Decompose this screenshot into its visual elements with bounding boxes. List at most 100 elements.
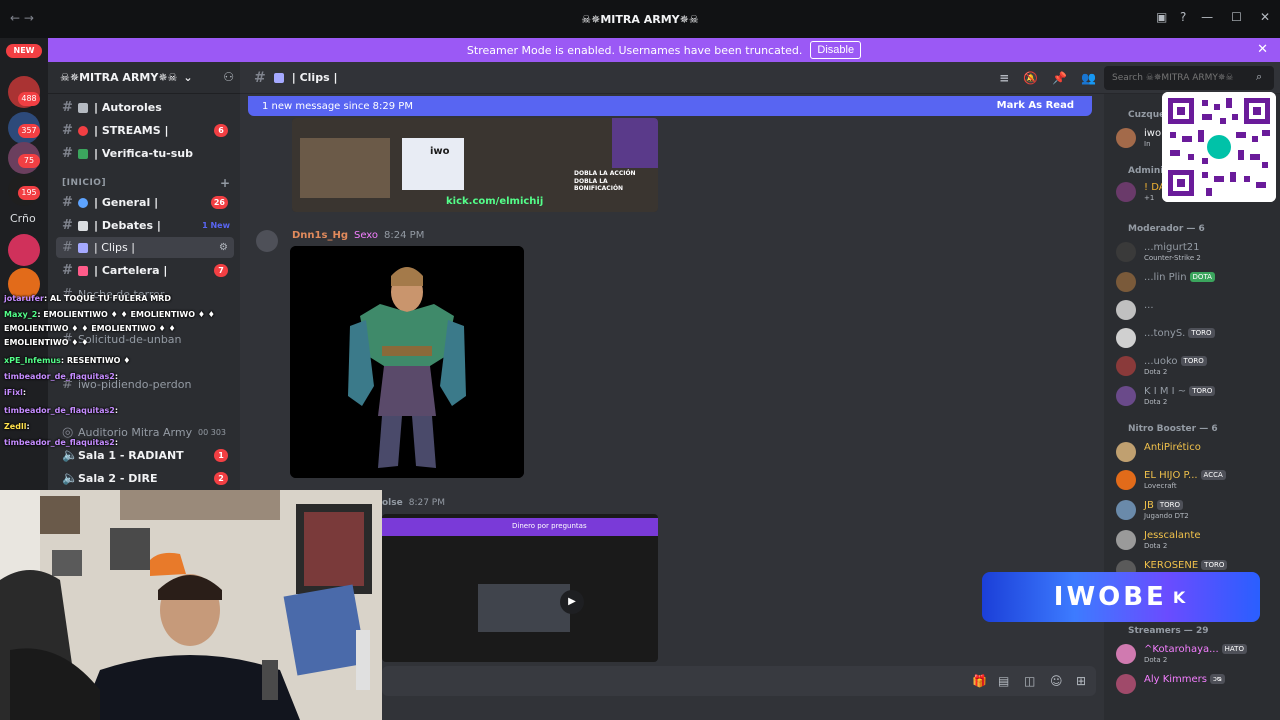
channel-item[interactable]: # | Cartelera | 7	[56, 260, 234, 281]
channel-label: | Cartelera |	[94, 264, 168, 277]
avatar	[1116, 242, 1136, 262]
chat-line: timbeador_de_flaquitas2:	[4, 406, 118, 415]
chat-line: xPE_Infemus: RESENTIWO ♦	[4, 356, 130, 365]
member-item[interactable]: ...migurt21 Counter-Strike 2	[1116, 240, 1276, 266]
mention-badge: 195	[18, 186, 40, 200]
member-item[interactable]: K I M I ~ TORO Dota 2	[1116, 384, 1276, 410]
apps-icon[interactable]: ⊞	[1076, 674, 1086, 688]
member-item[interactable]: ^Kotarohaya... HATO Dota 2	[1116, 642, 1276, 668]
member-name: EL HIJO P... ACCA	[1144, 470, 1226, 481]
help-icon[interactable]: ?	[1180, 10, 1186, 24]
member-item[interactable]: ...	[1116, 298, 1276, 324]
member-item[interactable]: ...lin Plin DOTA	[1116, 270, 1276, 296]
armored-character-icon	[290, 246, 524, 478]
channel-item[interactable]: # | Verifica-tu-sub	[56, 143, 234, 164]
message-composer[interactable]: 🎁 ▤ ◫ ☺ ⊞	[382, 666, 1096, 696]
new-messages-text: 1 new message since 8:29 PM	[262, 100, 413, 112]
close-window-icon[interactable]: ✕	[1260, 10, 1270, 24]
settings-icon[interactable]: ⚙	[219, 242, 228, 253]
channel-label: | Verifica-tu-sub	[94, 147, 193, 160]
avatar	[1116, 356, 1136, 376]
history-nav[interactable]: ← →	[10, 11, 34, 25]
voice-channel[interactable]: 🔈 Sala 2 - DIRE 2	[56, 468, 234, 489]
channel-label: | General |	[94, 196, 159, 209]
inbox-icon[interactable]: ▣	[1156, 10, 1167, 24]
member-name: K I M I ~ TORO	[1144, 386, 1216, 397]
category-inicio[interactable]: [INICIO] +	[62, 176, 230, 190]
member-name: iwo	[1144, 128, 1162, 139]
chat-line: Zedll:	[4, 422, 30, 431]
close-icon[interactable]: ✕	[1257, 42, 1268, 57]
hash-icon: #	[62, 263, 73, 278]
window-controls: — ☐ ✕	[1201, 10, 1270, 24]
channel-label: | Debates |	[94, 219, 161, 232]
member-group-header: Streamers — 29	[1128, 626, 1209, 636]
guild-header[interactable]: ☠✵MITRA ARMY✵☠ ⌄ ⚇	[48, 62, 240, 94]
chat-header: # | Clips | ≡ 🔕 📌 👥	[240, 62, 1104, 94]
channel-label: Sala 1 - RADIANT	[78, 449, 184, 462]
video-attachment[interactable]: Dinero por preguntas ▶	[382, 514, 658, 662]
chat-user: timbeador_de_flaquitas2	[4, 438, 115, 447]
channel-item[interactable]: # | Autoroles	[56, 97, 234, 118]
channel-item-selected[interactable]: # | Clips | ⚙	[56, 237, 234, 258]
threads-icon[interactable]: ≡	[999, 71, 1009, 85]
avatar	[1116, 442, 1136, 462]
invite-icon[interactable]: ⚇	[223, 70, 234, 84]
play-icon[interactable]: ▶	[560, 590, 584, 614]
hash-icon: #	[62, 195, 73, 210]
chat-message: : AL TOQUE TU FULERA MRD	[43, 294, 171, 303]
webcam-overlay	[0, 490, 382, 720]
maximize-icon[interactable]: ☐	[1231, 10, 1242, 24]
chat-user: timbeador_de_flaquitas2	[4, 406, 115, 415]
message-header: Dnn1s_Hg Sexo 8:24 PM	[292, 230, 424, 241]
message-author[interactable]: olse	[382, 498, 403, 508]
member-item[interactable]: AntiPirético	[1116, 440, 1276, 466]
speaker-icon: 🔈	[62, 448, 79, 463]
emoji-icon[interactable]: ☺	[1050, 674, 1063, 688]
member-group-header: Nitro Booster — 6	[1128, 424, 1218, 434]
member-item[interactable]: Jesscalante Dota 2	[1116, 528, 1276, 554]
channel-emoji-icon	[273, 72, 284, 83]
member-name: ^Kotarohaya... HATO	[1144, 644, 1247, 655]
channel-label: | Autoroles	[94, 101, 162, 114]
disable-streamer-button[interactable]: Disable	[810, 41, 862, 59]
server-label[interactable]: Crño	[10, 212, 36, 225]
avatar	[1116, 530, 1136, 550]
member-activity: Dota 2	[1144, 542, 1168, 550]
channel-emoji-icon	[78, 220, 88, 231]
mention-badge: 75	[18, 154, 40, 168]
avatar[interactable]	[256, 230, 278, 252]
webcam-feed-icon	[0, 490, 382, 720]
member-item[interactable]: EL HIJO P... ACCA Lovecraft	[1116, 468, 1276, 494]
gift-icon[interactable]: 🎁	[972, 674, 987, 688]
members-icon[interactable]: 👥	[1081, 71, 1096, 85]
channel-item[interactable]: # | General | 26	[56, 192, 234, 213]
pin-icon[interactable]: 📌	[1052, 71, 1067, 85]
chat-message: : RESENTIWO ♦	[60, 356, 131, 365]
message-author[interactable]: Dnn1s_Hg	[292, 230, 348, 241]
member-activity: In	[1144, 140, 1151, 148]
server-icon[interactable]	[8, 234, 40, 266]
member-activity: Dota 2	[1144, 398, 1168, 406]
channel-item[interactable]: # | STREAMS | 6	[56, 120, 234, 141]
gif-icon[interactable]: ▤	[998, 674, 1009, 688]
avatar	[1116, 386, 1136, 406]
mute-icon[interactable]: 🔕	[1023, 71, 1038, 85]
member-item[interactable]: Aly Kimmers ᴐᴓ	[1116, 672, 1276, 698]
add-channel-icon[interactable]: +	[220, 176, 231, 190]
mark-as-read-button[interactable]: Mark As Read	[997, 100, 1074, 111]
member-name: Aly Kimmers ᴐᴓ	[1144, 674, 1225, 685]
image-attachment[interactable]	[290, 246, 524, 478]
new-messages-bar[interactable]: 1 new message since 8:29 PM Mark As Read	[248, 96, 1092, 116]
member-activity: Jugando DT2	[1144, 512, 1189, 520]
sticker-icon[interactable]: ◫	[1024, 674, 1035, 688]
member-item[interactable]: JB TORO Jugando DT2	[1116, 498, 1276, 524]
search-input[interactable]	[1104, 66, 1274, 90]
clip-thumbnail[interactable]: iwo DOBLA LA ACCIÓN DOBLA LA BONIFICACIÓ…	[292, 118, 658, 212]
member-item[interactable]: ...uoko TORO Dota 2	[1116, 354, 1276, 380]
member-item[interactable]: ...tonyS. TORO	[1116, 326, 1276, 352]
member-name-text: ...tonyS.	[1144, 328, 1186, 339]
channel-item[interactable]: # | Debates | 1 New	[56, 215, 234, 236]
channel-emoji-icon	[78, 102, 88, 113]
minimize-icon[interactable]: —	[1201, 10, 1213, 24]
